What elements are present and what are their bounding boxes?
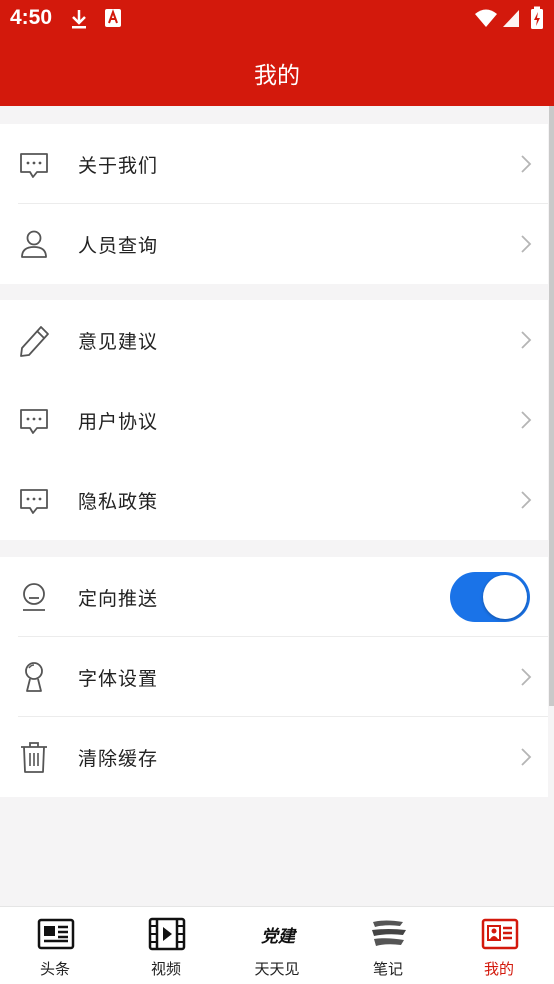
chat-icon <box>20 409 48 434</box>
chevron-right-icon <box>521 748 532 766</box>
menu-item-label: 意见建议 <box>78 331 159 353</box>
settings-group-3: 定向推送 字体设置 清除缓存 <box>0 557 548 797</box>
menu-item-label: 用户协议 <box>78 411 159 433</box>
tab-daily[interactable]: 党建 天天见 <box>222 907 332 984</box>
menu-item-privacy-policy[interactable]: 隐私政策 <box>0 460 548 540</box>
brush-icon <box>372 920 406 946</box>
calligraphy-icon: 党建 <box>261 927 297 947</box>
settings-group-1: 关于我们 人员查询 <box>0 124 548 284</box>
menu-item-font-settings[interactable]: 字体设置 <box>0 637 548 717</box>
profile-card-icon <box>481 918 519 950</box>
menu-item-label: 人员查询 <box>78 235 159 257</box>
wifi-icon <box>475 9 497 27</box>
menu-item-about-us[interactable]: 关于我们 <box>0 124 548 204</box>
chat-icon <box>20 153 48 178</box>
tab-label: 视频 <box>150 960 181 978</box>
status-bar: 4:50 <box>0 0 554 38</box>
tab-label: 天天见 <box>254 960 300 978</box>
push-icon <box>23 583 45 611</box>
chevron-right-icon <box>521 411 532 429</box>
tab-notes[interactable]: 笔记 <box>333 907 443 984</box>
person-icon <box>21 230 47 258</box>
scrollbar[interactable] <box>549 106 554 706</box>
tab-label: 笔记 <box>372 960 403 978</box>
chevron-right-icon <box>521 331 532 349</box>
menu-item-personnel-query[interactable]: 人员查询 <box>0 204 548 284</box>
chevron-right-icon <box>521 491 532 509</box>
tab-mine[interactable]: 我的 <box>444 907 554 984</box>
chevron-right-icon <box>521 155 532 173</box>
menu-item-label: 关于我们 <box>78 155 159 177</box>
status-time: 4:50 <box>10 6 53 29</box>
menu-item-feedback[interactable]: 意见建议 <box>0 300 548 380</box>
toggle-knob <box>483 575 527 619</box>
tab-label: 我的 <box>483 960 514 978</box>
signal-icon <box>503 10 519 27</box>
font-icon <box>25 662 43 692</box>
tab-video[interactable]: 视频 <box>111 907 221 984</box>
chevron-right-icon <box>521 235 532 253</box>
film-icon <box>148 917 186 951</box>
trash-icon <box>21 742 47 773</box>
tab-headlines[interactable]: 头条 <box>0 907 110 984</box>
bottom-tab-bar: 头条 视频 党建 天天见 笔记 我的 <box>0 906 554 984</box>
newspaper-icon <box>37 918 75 950</box>
settings-group-2: 意见建议 用户协议 隐私政策 <box>0 300 548 540</box>
page-title: 我的 <box>254 63 300 89</box>
menu-item-label: 字体设置 <box>78 668 159 690</box>
download-icon <box>72 10 86 29</box>
battery-icon <box>531 6 543 29</box>
calligraphy-text: 党建 <box>261 927 297 947</box>
menu-item-label: 清除缓存 <box>78 748 159 770</box>
menu-item-label: 隐私政策 <box>78 491 159 513</box>
menu-item-label: 定向推送 <box>78 588 159 610</box>
tab-label: 头条 <box>39 960 70 978</box>
menu-item-targeted-push: 定向推送 <box>0 557 548 637</box>
chat-icon <box>20 489 48 514</box>
app-bar: 我的 <box>0 38 554 106</box>
push-toggle[interactable] <box>450 572 530 622</box>
pencil-icon <box>20 326 49 357</box>
app-notification-icon <box>105 9 121 27</box>
chevron-right-icon <box>521 668 532 686</box>
menu-item-clear-cache[interactable]: 清除缓存 <box>0 717 548 797</box>
menu-item-user-agreement[interactable]: 用户协议 <box>0 380 548 460</box>
